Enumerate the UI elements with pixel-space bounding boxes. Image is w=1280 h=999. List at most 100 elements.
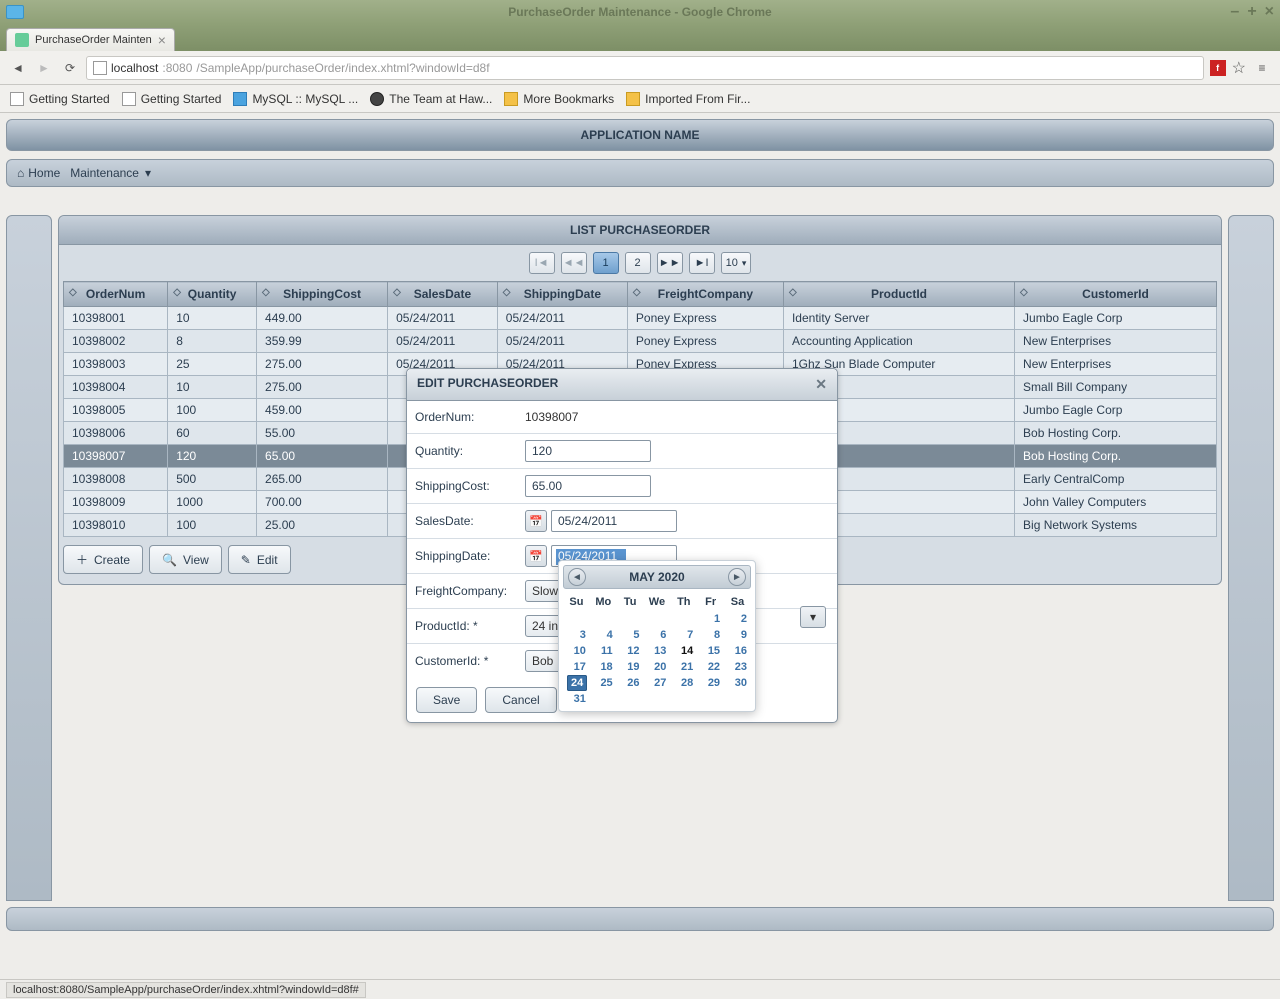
table-cell: Accounting Application xyxy=(783,330,1014,353)
column-header[interactable]: ◇CustomerId xyxy=(1015,282,1217,307)
bookmark-team[interactable]: The Team at Haw... xyxy=(370,92,492,106)
datepicker-day[interactable]: 3 xyxy=(563,627,590,643)
browser-tab[interactable]: PurchaseOrder Mainten × xyxy=(6,28,175,51)
status-bar: localhost:8080/SampleApp/purchaseOrder/i… xyxy=(0,979,1280,999)
chevron-down-icon[interactable]: ▾ xyxy=(145,166,151,180)
nav-reload-button[interactable]: ⟳ xyxy=(60,58,80,78)
salesdate-input[interactable] xyxy=(551,510,677,532)
datepicker-next-button[interactable]: ► xyxy=(728,568,746,586)
page-1-button[interactable]: 1 xyxy=(593,252,619,274)
datepicker-day[interactable]: 1 xyxy=(697,611,724,627)
bookmark-getting-started-2[interactable]: Getting Started xyxy=(122,92,222,106)
datepicker-day[interactable]: 28 xyxy=(670,675,697,691)
datepicker-day[interactable]: 13 xyxy=(644,643,671,659)
column-header[interactable]: ◇FreightCompany xyxy=(627,282,783,307)
datepicker-day[interactable]: 31 xyxy=(563,691,590,707)
datepicker-day[interactable]: 12 xyxy=(617,643,644,659)
bookmark-more[interactable]: More Bookmarks xyxy=(504,92,614,106)
table-cell: New Enterprises xyxy=(1015,330,1217,353)
cancel-button[interactable]: Cancel xyxy=(485,687,556,713)
dialog-header[interactable]: EDIT PURCHASEORDER ✕ xyxy=(407,369,837,401)
table-cell: 25 xyxy=(168,353,257,376)
edit-button[interactable]: ✎Edit xyxy=(228,545,291,574)
datepicker-day[interactable]: 24 xyxy=(563,675,590,691)
datepicker-day[interactable]: 16 xyxy=(724,643,751,659)
label-quantity: Quantity: xyxy=(407,435,517,467)
view-button[interactable]: 🔍View xyxy=(149,545,222,574)
datepicker-day[interactable]: 6 xyxy=(644,627,671,643)
datepicker-day xyxy=(617,611,644,627)
datepicker-day[interactable]: 23 xyxy=(724,659,751,675)
datepicker-day[interactable]: 14 xyxy=(670,643,697,659)
datepicker-dow: We xyxy=(644,593,671,611)
table-cell: 65.00 xyxy=(257,445,388,468)
datepicker-day[interactable]: 15 xyxy=(697,643,724,659)
datepicker-day[interactable]: 27 xyxy=(644,675,671,691)
column-header[interactable]: ◇ProductId xyxy=(783,282,1014,307)
page-size-select[interactable]: 10 xyxy=(721,252,752,274)
datepicker-day[interactable]: 19 xyxy=(617,659,644,675)
datepicker-day[interactable]: 11 xyxy=(590,643,617,659)
breadcrumb-home[interactable]: Home xyxy=(28,166,60,180)
menu-icon[interactable]: ≡ xyxy=(1252,58,1272,78)
datepicker-day[interactable]: 30 xyxy=(724,675,751,691)
column-header[interactable]: ◇ShippingDate xyxy=(497,282,627,307)
flash-plugin-icon[interactable]: f xyxy=(1210,60,1226,76)
datepicker-day[interactable]: 5 xyxy=(617,627,644,643)
page-first-button[interactable]: I◄ xyxy=(529,252,555,274)
page-prev-button[interactable]: ◄◄ xyxy=(561,252,587,274)
datepicker-day[interactable]: 20 xyxy=(644,659,671,675)
page-last-button[interactable]: ►I xyxy=(689,252,715,274)
datepicker-day xyxy=(644,611,671,627)
nav-forward-button[interactable]: ► xyxy=(34,58,54,78)
datepicker-day[interactable]: 7 xyxy=(670,627,697,643)
datepicker-prev-button[interactable]: ◄ xyxy=(568,568,586,586)
breadcrumb: ⌂ Home Maintenance ▾ xyxy=(6,159,1274,187)
page-next-button[interactable]: ►► xyxy=(657,252,683,274)
datepicker-day[interactable]: 22 xyxy=(697,659,724,675)
datepicker-day[interactable]: 26 xyxy=(617,675,644,691)
table-row[interactable]: 103980028359.9905/24/201105/24/2011Poney… xyxy=(64,330,1217,353)
datepicker-day[interactable]: 17 xyxy=(563,659,590,675)
datepicker-day[interactable]: 18 xyxy=(590,659,617,675)
dialog-close-icon[interactable]: ✕ xyxy=(815,376,827,393)
datepicker-day[interactable]: 9 xyxy=(724,627,751,643)
save-button[interactable]: Save xyxy=(416,687,477,713)
salesdate-calendar-button[interactable]: 📅 xyxy=(525,510,547,532)
table-cell: New Enterprises xyxy=(1015,353,1217,376)
nav-back-button[interactable]: ◄ xyxy=(8,58,28,78)
tab-close-icon[interactable]: × xyxy=(158,32,166,48)
column-header[interactable]: ◇OrderNum xyxy=(64,282,168,307)
page-2-button[interactable]: 2 xyxy=(625,252,651,274)
bookmark-star-icon[interactable]: ☆ xyxy=(1232,58,1246,78)
column-header[interactable]: ◇SalesDate xyxy=(388,282,498,307)
chevron-down-icon: ▾ xyxy=(810,610,816,624)
create-button[interactable]: ＋Create xyxy=(63,545,143,574)
table-cell: 449.00 xyxy=(257,307,388,330)
table-row[interactable]: 1039800110449.0005/24/201105/24/2011Pone… xyxy=(64,307,1217,330)
shippingcost-input[interactable] xyxy=(525,475,651,497)
window-close-icon[interactable]: × xyxy=(1265,4,1274,20)
quantity-input[interactable] xyxy=(525,440,651,462)
datepicker-day[interactable]: 25 xyxy=(590,675,617,691)
datepicker-day[interactable]: 8 xyxy=(697,627,724,643)
column-header[interactable]: ◇Quantity xyxy=(168,282,257,307)
datepicker-day[interactable]: 10 xyxy=(563,643,590,659)
status-text: localhost:8080/SampleApp/purchaseOrder/i… xyxy=(6,982,366,998)
shippingdate-calendar-button[interactable]: 📅 xyxy=(525,545,547,567)
datepicker-day[interactable]: 29 xyxy=(697,675,724,691)
column-header[interactable]: ◇ShippingCost xyxy=(257,282,388,307)
productid-dropdown-button[interactable]: ▾ xyxy=(800,606,826,628)
table-cell: Bob Hosting Corp. xyxy=(1015,422,1217,445)
window-maximize-icon[interactable]: + xyxy=(1247,4,1256,20)
table-cell: Jumbo Eagle Corp xyxy=(1015,399,1217,422)
breadcrumb-maintenance[interactable]: Maintenance xyxy=(70,166,139,180)
url-input[interactable]: localhost:8080/SampleApp/purchaseOrder/i… xyxy=(86,56,1204,80)
window-minimize-icon[interactable]: – xyxy=(1230,4,1239,20)
bookmark-getting-started-1[interactable]: Getting Started xyxy=(10,92,110,106)
bookmark-mysql[interactable]: MySQL :: MySQL ... xyxy=(233,92,358,106)
datepicker-day[interactable]: 2 xyxy=(724,611,751,627)
bookmark-imported[interactable]: Imported From Fir... xyxy=(626,92,750,106)
datepicker-day[interactable]: 21 xyxy=(670,659,697,675)
datepicker-day[interactable]: 4 xyxy=(590,627,617,643)
